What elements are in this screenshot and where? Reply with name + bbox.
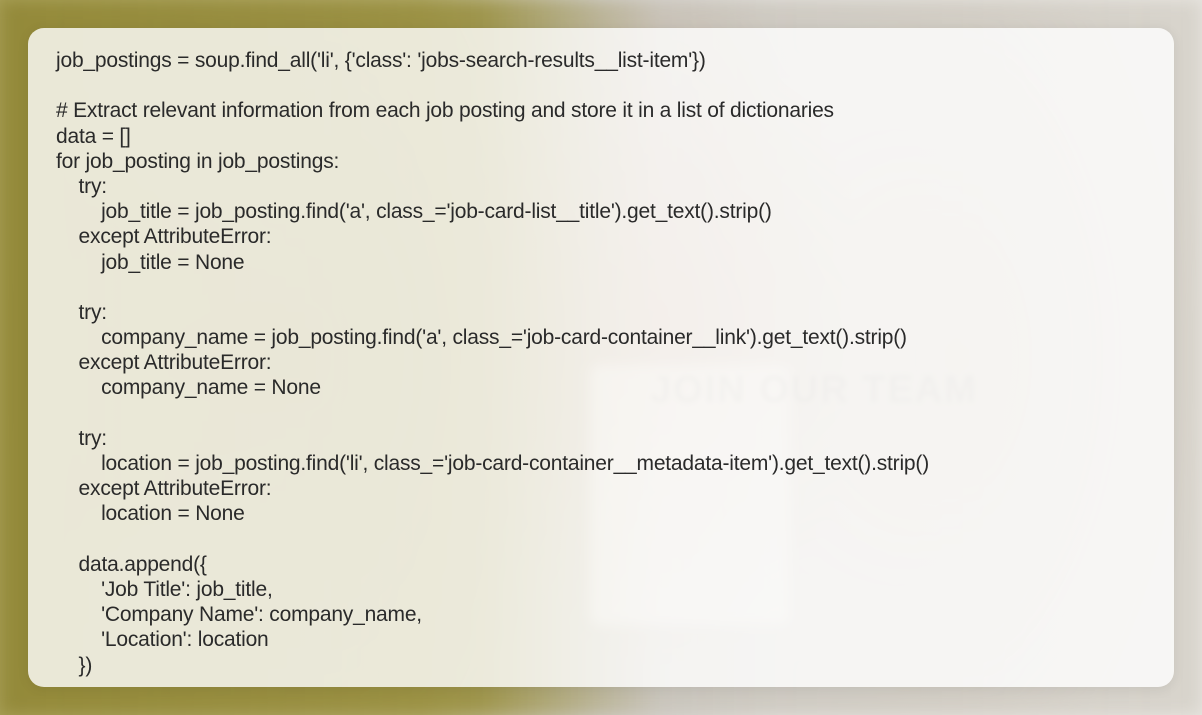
code-line: for job_posting in job_postings: <box>56 150 339 173</box>
code-line: location = None <box>56 502 245 525</box>
code-line: 'Location': location <box>56 628 269 651</box>
code-line: try: <box>56 175 107 198</box>
code-line: job_postings = soup.find_all('li', {'cla… <box>56 49 706 72</box>
code-line: data = [] <box>56 125 131 148</box>
code-line: except AttributeError: <box>56 225 271 248</box>
code-line: try: <box>56 427 107 450</box>
code-line: location = job_posting.find('li', class_… <box>56 452 929 475</box>
code-snippet-card: job_postings = soup.find_all('li', {'cla… <box>28 28 1174 687</box>
code-line: 'Job Title': job_title, <box>56 578 273 601</box>
code-line: job_title = job_posting.find('a', class_… <box>56 200 772 223</box>
code-line: }) <box>56 654 92 677</box>
code-line: except AttributeError: <box>56 351 271 374</box>
code-line: job_title = None <box>56 251 244 274</box>
code-line: company_name = None <box>56 376 321 399</box>
code-line: data.append({ <box>56 553 207 576</box>
code-content: job_postings = soup.find_all('li', {'cla… <box>56 48 1146 678</box>
code-line: # Extract relevant information from each… <box>56 99 834 122</box>
code-line: 'Company Name': company_name, <box>56 603 422 626</box>
code-line: try: <box>56 301 107 324</box>
code-line: company_name = job_posting.find('a', cla… <box>56 326 907 349</box>
code-line: except AttributeError: <box>56 477 271 500</box>
